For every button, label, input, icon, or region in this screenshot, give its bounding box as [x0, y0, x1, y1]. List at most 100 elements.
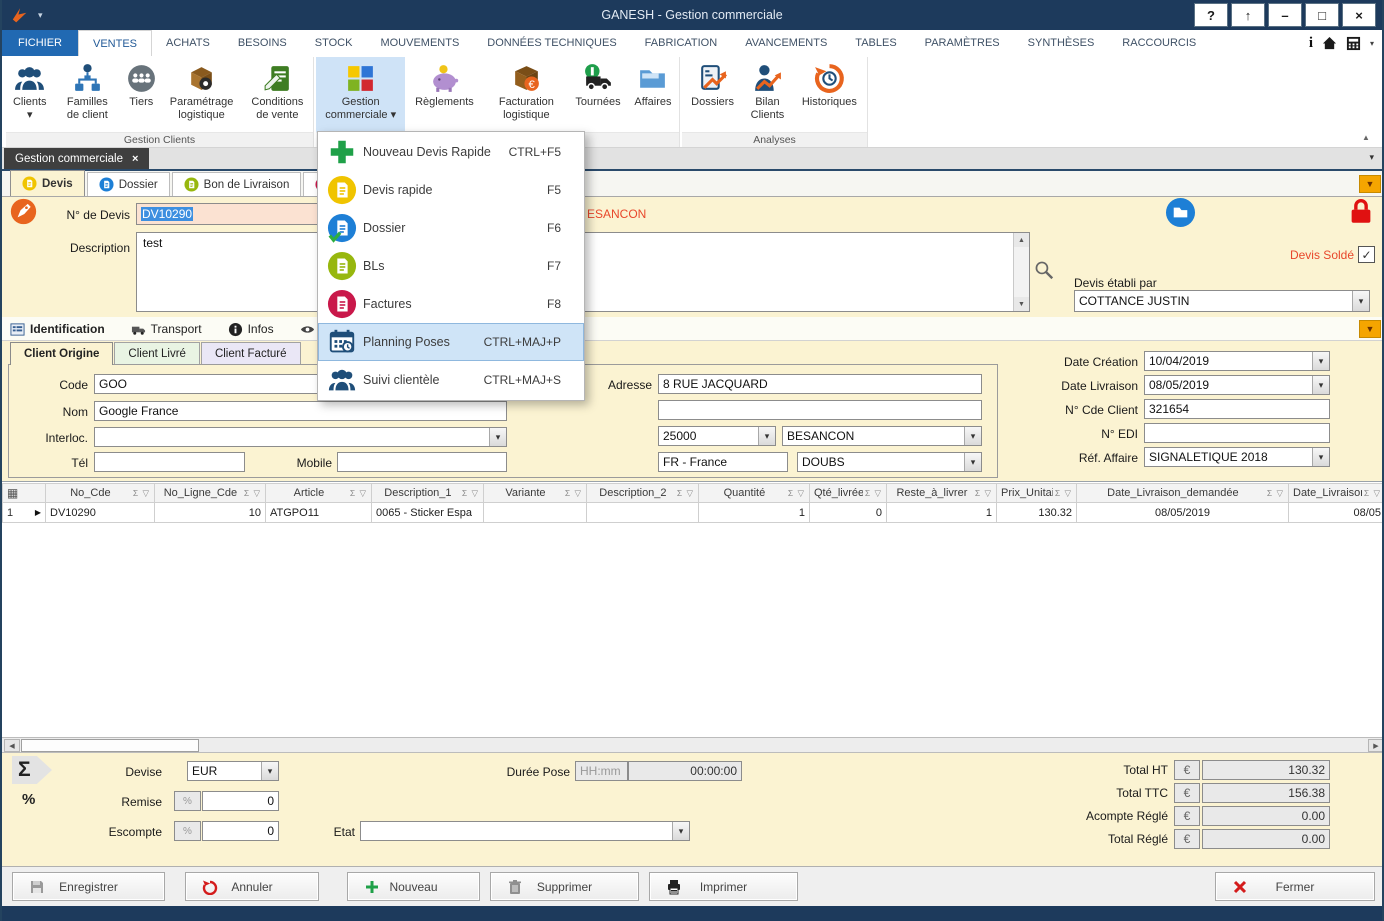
dropdown-arrow-icon[interactable]	[964, 427, 981, 445]
reglements-button[interactable]: Règlements	[405, 57, 483, 132]
column-header-date-livraison-demandee[interactable]: Date_Livraison_demandéeΣ ▽	[1077, 483, 1289, 503]
etabli-par-select[interactable]: COTTANCE JUSTIN	[1074, 290, 1370, 312]
cell-date-livraison-demandee[interactable]: 08/05/2019	[1077, 503, 1289, 523]
menu-tab-stock[interactable]: STOCK	[301, 30, 367, 56]
menu-item-factures[interactable]: FacturesF8	[318, 285, 584, 323]
menu-item-dossier[interactable]: DossierF6	[318, 209, 584, 247]
magnifier-icon[interactable]	[1033, 259, 1055, 281]
adresse2-input[interactable]	[658, 400, 982, 420]
table-row[interactable]: 1▶DV1029010ATGPO110065 - Sticker Espa101…	[2, 503, 1384, 523]
menu-tab-donnees-techniques[interactable]: DONNÉES TECHNIQUES	[473, 30, 630, 56]
dropdown-arrow-icon[interactable]	[489, 428, 506, 446]
row-header-cell[interactable]: 1▶	[2, 503, 46, 523]
clients-button[interactable]: Clients▾	[6, 57, 54, 132]
tabstrip-overflow-button[interactable]: ▾	[1369, 152, 1374, 163]
cell-date-livraison[interactable]: 08/05	[1289, 503, 1384, 523]
maximize-button[interactable]: □	[1305, 3, 1339, 27]
dropdown-arrow-icon[interactable]	[964, 453, 981, 471]
nouveau-button[interactable]: Nouveau	[347, 872, 480, 901]
menu-item-bls[interactable]: BLsF7	[318, 247, 584, 285]
home-icon[interactable]	[1322, 36, 1337, 51]
cell-description-1[interactable]: 0065 - Sticker Espa	[372, 503, 484, 523]
scroll-left-button[interactable]: ◀	[4, 739, 20, 752]
affaires-button[interactable]: Affaires	[627, 57, 679, 132]
dropdown-arrow-icon[interactable]	[1352, 291, 1369, 311]
cell-description-2[interactable]	[587, 503, 699, 523]
date-creation-select[interactable]: 10/04/2019	[1144, 351, 1330, 371]
column-header-date-livraison[interactable]: Date_LivraisonΣ ▽	[1289, 483, 1384, 503]
doc-tab-devis[interactable]: Devis	[10, 170, 85, 196]
client-tab-client-origine[interactable]: Client Origine	[10, 342, 113, 365]
info-icon[interactable]: i	[1309, 35, 1313, 52]
imprimer-button[interactable]: Imprimer	[649, 872, 798, 901]
menu-tab-avancements[interactable]: AVANCEMENTS	[731, 30, 841, 56]
nom-input[interactable]: Google France	[94, 401, 507, 421]
dossiers-button[interactable]: Dossiers	[682, 57, 743, 132]
fermer-button[interactable]: Fermer	[1215, 872, 1375, 901]
menu-item-planning-poses[interactable]: Planning PosesCTRL+MAJ+P	[318, 323, 584, 361]
tab-close-icon[interactable]: ×	[132, 153, 138, 165]
doctabs-dropdown-button[interactable]: ▼	[1359, 175, 1381, 193]
enregistrer-button[interactable]: Enregistrer	[12, 872, 165, 901]
menu-tab-parametres[interactable]: PARAMÈTRES	[911, 30, 1014, 56]
menu-tab-syntheses[interactable]: SYNTHÈSES	[1014, 30, 1109, 56]
cell-quantite[interactable]: 1	[699, 503, 810, 523]
dropdown-arrow-icon[interactable]	[672, 822, 689, 840]
dropdown-arrow-icon[interactable]	[758, 427, 775, 445]
pin-button[interactable]: ↑	[1231, 3, 1265, 27]
client-tab-client-livre[interactable]: Client Livré	[114, 342, 200, 365]
tel-input[interactable]	[94, 452, 245, 472]
client-tab-client-facture[interactable]: Client Facturé	[201, 342, 301, 365]
subtab-transport[interactable]: Transport	[131, 322, 202, 337]
cell-no-cde[interactable]: DV10290	[46, 503, 155, 523]
pays-input[interactable]: FR - France	[658, 452, 788, 472]
dropdown-arrow-icon[interactable]	[1312, 448, 1329, 466]
bilan-clients-button[interactable]: BilanClients	[743, 57, 792, 132]
scroll-right-button[interactable]: ▶	[1368, 739, 1384, 752]
cell-prix-unitaire[interactable]: 130.32	[997, 503, 1077, 523]
column-header-reste-a-livrer[interactable]: Reste_à_livrerΣ ▽	[887, 483, 997, 503]
edi-input[interactable]	[1144, 423, 1330, 443]
duree-pose-input[interactable]: 00:00:00	[628, 761, 742, 781]
escompte-input[interactable]: 0	[202, 821, 279, 841]
column-header-no-cde[interactable]: No_CdeΣ ▽	[46, 483, 155, 503]
remise-input[interactable]: 0	[202, 791, 279, 811]
conditions-de-vente-button[interactable]: Conditionsde vente	[242, 57, 313, 132]
description-scrollbar[interactable]	[1013, 233, 1029, 311]
menu-item-suivi-clientele[interactable]: Suivi clientèleCTRL+MAJ+S	[318, 361, 584, 399]
grid-corner-cell[interactable]: ▦	[2, 483, 46, 503]
horizontal-scrollbar-track[interactable]	[2, 737, 1382, 753]
code-postal-select[interactable]: 25000	[658, 426, 776, 446]
cde-client-input[interactable]: 321654	[1144, 399, 1330, 419]
ref-affaire-select[interactable]: SIGNALETIQUE 2018	[1144, 447, 1330, 467]
adresse-input[interactable]: 8 RUE JACQUARD	[658, 374, 982, 394]
close-button[interactable]: ×	[1342, 3, 1376, 27]
dropdown-arrow-icon[interactable]	[261, 762, 278, 780]
doc-tab-dossier[interactable]: Dossier	[87, 172, 170, 196]
departement-select[interactable]: DOUBS	[797, 452, 982, 472]
minimize-button[interactable]: –	[1268, 3, 1302, 27]
subtabs-dropdown-button[interactable]: ▼	[1359, 320, 1381, 338]
facturation-logistique-button[interactable]: €Facturationlogistique	[484, 57, 570, 132]
menu-tab-mouvements[interactable]: MOUVEMENTS	[366, 30, 473, 56]
interloc-select[interactable]	[94, 427, 507, 447]
menu-tab-raccourcis[interactable]: RACCOURCIS	[1108, 30, 1210, 56]
menu-tab-fichier[interactable]: FICHIER	[2, 30, 78, 56]
devise-select[interactable]: EUR	[187, 761, 279, 781]
tab-gestion-commerciale[interactable]: Gestion commerciale ×	[4, 148, 149, 169]
subtab-identification[interactable]: Identification	[10, 322, 105, 337]
supprimer-button[interactable]: Supprimer	[490, 872, 639, 901]
annuler-button[interactable]: Annuler	[185, 872, 319, 901]
tiers-button[interactable]: Tiers	[121, 57, 161, 132]
menu-tab-ventes[interactable]: VENTES	[78, 30, 152, 56]
cell-qte-livree[interactable]: 0	[810, 503, 887, 523]
cell-reste-a-livrer[interactable]: 1	[887, 503, 997, 523]
cell-no-ligne-cde[interactable]: 10	[155, 503, 266, 523]
calc-icon[interactable]	[1346, 36, 1361, 51]
menu-item-devis-rapide[interactable]: Devis rapideF5	[318, 171, 584, 209]
calc-dropdown-arrow-icon[interactable]: ▾	[1370, 39, 1374, 48]
familles-de-client-button[interactable]: Famillesde client	[54, 57, 122, 132]
menu-tab-fabrication[interactable]: FABRICATION	[631, 30, 732, 56]
mobile-input[interactable]	[337, 452, 507, 472]
column-header-description-1[interactable]: Description_1Σ ▽	[372, 483, 484, 503]
